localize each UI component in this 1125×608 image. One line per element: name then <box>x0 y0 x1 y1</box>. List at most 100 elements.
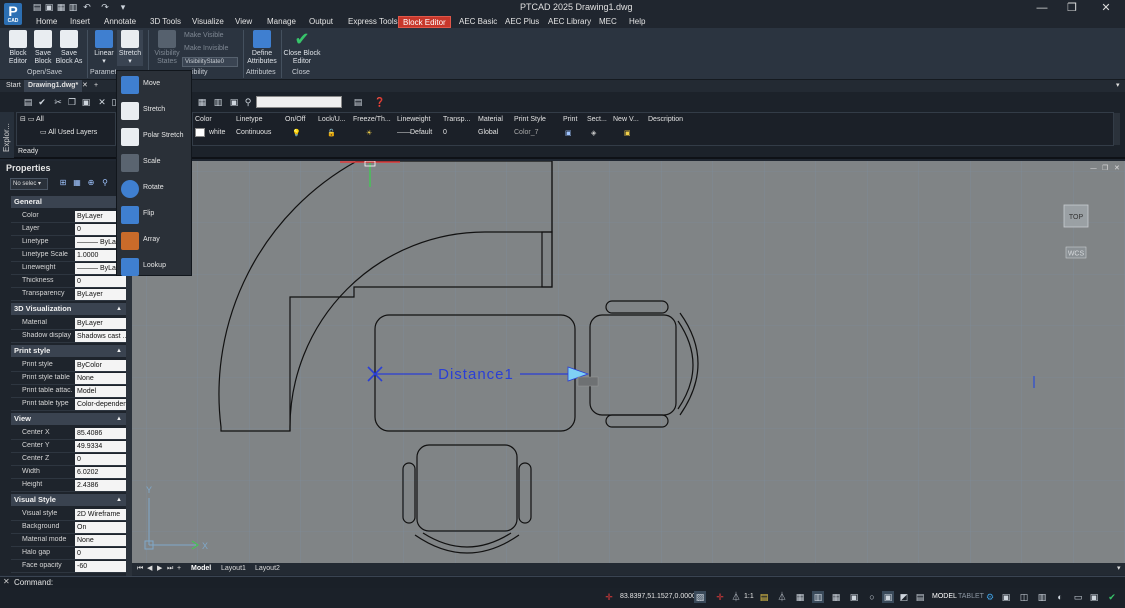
save-block-button[interactable]: Save Block <box>30 30 56 66</box>
layer-material-value[interactable]: Global <box>478 129 498 136</box>
prop-value[interactable]: 49.9334 <box>75 441 126 452</box>
dd-item-array[interactable]: Array <box>121 230 191 250</box>
layout-tab-layout2[interactable]: Layout2 <box>252 563 283 575</box>
tab-mec[interactable]: MEC <box>595 16 621 28</box>
tab-list-icon[interactable]: ▾ <box>1112 80 1124 92</box>
polar-icon[interactable]: ▦ <box>830 591 842 603</box>
hardware-accel-icon[interactable]: ◫ <box>1018 591 1030 603</box>
prop-value[interactable]: 2.4386 <box>75 480 126 491</box>
app-logo[interactable]: P CAD <box>4 3 22 25</box>
canvas-scroll-down-icon[interactable]: ▾ <box>1114 563 1124 575</box>
col-print-style[interactable]: Print Style <box>514 116 546 123</box>
quick-properties-icon[interactable]: ▤ <box>914 591 926 603</box>
prop-section-print-style[interactable]: Print style ▲ <box>11 345 126 357</box>
prop-value[interactable]: 85.4086 <box>75 428 126 439</box>
collapse-arrow-icon[interactable]: ▲ <box>116 303 122 315</box>
tab-manage[interactable]: Manage <box>263 16 300 28</box>
prop-value[interactable]: 0 <box>75 276 126 287</box>
coordinates-readout[interactable]: 83.8397,51.1527,0.0000 <box>620 593 696 600</box>
new-file-icon[interactable]: ▤ <box>32 2 42 12</box>
osnap-icon[interactable]: ▣ <box>848 591 860 603</box>
snap-icon[interactable]: ▨ <box>694 591 706 603</box>
layer-settings-icon[interactable]: ▣ <box>228 96 240 108</box>
fullscreen-icon[interactable]: ▣ <box>1088 591 1100 603</box>
select-objects-icon[interactable]: ▦ <box>72 178 82 188</box>
viewport-close-icon[interactable]: ✕ <box>1114 164 1120 172</box>
dd-item-stretch[interactable]: Stretch <box>121 100 191 120</box>
color-swatch[interactable] <box>195 128 205 137</box>
lightbulb-icon[interactable]: 💡 <box>292 129 301 137</box>
col-lock[interactable]: Lock/U... <box>318 116 346 123</box>
layer-search-input[interactable] <box>256 96 342 108</box>
new-layer-icon[interactable]: ▤ <box>22 96 34 108</box>
dd-item-flip[interactable]: Flip <box>121 204 191 224</box>
col-section[interactable]: Sect... <box>587 116 607 123</box>
prop-value[interactable]: Model <box>75 386 126 397</box>
open-file-icon[interactable]: ▣ <box>44 2 54 12</box>
col-transparency[interactable]: Transp... <box>443 116 470 123</box>
tab-visualize[interactable]: Visualize <box>188 16 228 28</box>
col-description[interactable]: Description <box>648 116 683 123</box>
annotation-icon[interactable]: ⏃ <box>730 591 742 603</box>
filter-icon[interactable]: ⚲ <box>100 178 110 188</box>
command-line[interactable]: Command: <box>0 576 1125 588</box>
layer-filter-icon[interactable]: ⚲ <box>242 96 254 108</box>
dd-item-rotate[interactable]: Rotate <box>121 178 191 198</box>
tab-insert[interactable]: Insert <box>66 16 94 28</box>
tab-drawing1[interactable]: Drawing1.dwg* <box>24 80 83 92</box>
set-current-icon[interactable]: ✔ <box>36 96 48 108</box>
tab-block-editor[interactable]: Block Editor <box>398 16 451 28</box>
prop-value[interactable]: Color-dependen... <box>75 399 126 410</box>
tab-home[interactable]: Home <box>32 16 61 28</box>
tab-view[interactable]: View <box>231 16 256 28</box>
command-close-icon[interactable]: ✕ <box>3 577 10 586</box>
layer-state-icon[interactable]: ▦ <box>196 96 208 108</box>
lock-ui-icon[interactable]: ▥ <box>1036 591 1048 603</box>
help-icon[interactable]: ❓ <box>374 96 386 108</box>
tab-aec-plus[interactable]: AEC Plus <box>501 16 543 28</box>
clean-screen-icon[interactable]: ◐ <box>1054 591 1066 603</box>
tab-express-tools[interactable]: Express Tools <box>344 16 402 28</box>
toggle-pickadd-icon[interactable]: ⊞ <box>58 178 68 188</box>
dd-item-scale[interactable]: Scale <box>121 152 191 172</box>
sun-icon[interactable]: ☀ <box>366 129 372 137</box>
layer-lineweight-value[interactable]: Default <box>410 129 432 136</box>
col-on-off[interactable]: On/Off <box>285 116 306 123</box>
annotation-scale[interactable]: 1:1 <box>744 593 754 600</box>
close-block-editor-button[interactable]: ✔ Close Block Editor <box>283 30 321 66</box>
tab-aec-basic[interactable]: AEC Basic <box>455 16 501 28</box>
layout-tab-layout1[interactable]: Layout1 <box>218 563 249 575</box>
settings-gear-icon[interactable]: ⚙ <box>984 591 996 603</box>
customize-icon[interactable]: ▭ <box>1072 591 1084 603</box>
tree-item-all[interactable]: ⊟ ▭ All <box>20 115 44 123</box>
prop-section-visual-style[interactable]: Visual Style ▲ <box>11 494 126 506</box>
layer-list-icon[interactable]: ▤ <box>352 96 364 108</box>
prop-value[interactable]: ByColor <box>75 360 126 371</box>
copy-icon[interactable]: ❐ <box>66 96 78 108</box>
layer-tools-icon[interactable]: ▥ <box>212 96 224 108</box>
prop-value[interactable]: 6.0202 <box>75 467 126 478</box>
prop-value[interactable]: ByLayer <box>75 318 126 329</box>
quick-select-icon[interactable]: ⊕ <box>86 178 96 188</box>
prop-section-3d-visualization[interactable]: 3D Visualization ▲ <box>11 303 126 315</box>
tree-item-all-used-layers[interactable]: ▭ All Used Layers <box>40 128 97 136</box>
model-space-toggle[interactable]: MODEL <box>932 593 957 600</box>
make-invisible-button[interactable]: Make Invisible <box>184 45 228 52</box>
grid-snap-icon[interactable]: ✛ <box>714 591 726 603</box>
visibility-state-select[interactable]: VisibilityState0 <box>182 57 238 67</box>
viewport-minimize-icon[interactable]: — <box>1090 164 1097 172</box>
layer-table-scrollbar[interactable] <box>1114 113 1120 145</box>
delete-icon[interactable]: ✕ <box>96 96 108 108</box>
layer-linetype-value[interactable]: Continuous <box>236 129 271 136</box>
workspace-icon[interactable]: ▦ <box>794 591 806 603</box>
prop-value[interactable]: Shadows cast ... <box>75 331 126 342</box>
redo-icon[interactable]: ↷ <box>100 2 110 12</box>
ortho-icon[interactable]: ▥ <box>812 591 824 603</box>
cut-icon[interactable]: ✂ <box>52 96 64 108</box>
collapse-arrow-icon[interactable]: ▲ <box>116 413 122 425</box>
close-window-button[interactable]: ✕ <box>1096 1 1116 15</box>
prop-value[interactable]: None <box>75 373 126 384</box>
tab-3d-tools[interactable]: 3D Tools <box>146 16 185 28</box>
drawing-canvas[interactable]: Distance1 Y X TOP WCS — ❐ ✕ <box>132 161 1125 563</box>
explorer-side-tab[interactable]: Explor... <box>0 112 14 158</box>
